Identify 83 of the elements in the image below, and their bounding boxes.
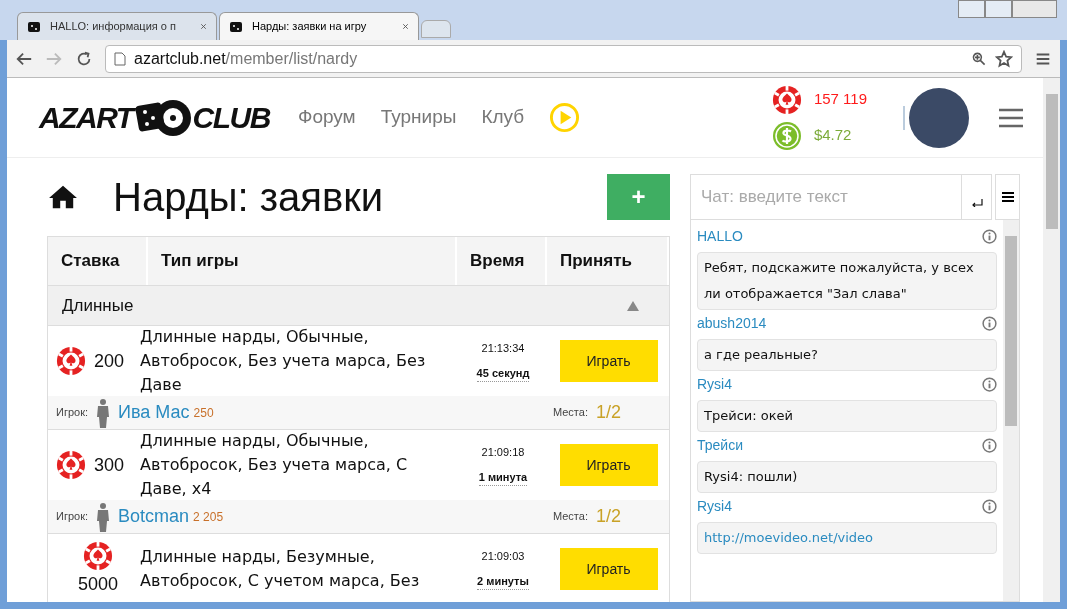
poker-chip-icon — [771, 84, 802, 115]
add-button[interactable]: + — [607, 174, 670, 220]
chat-menu-button[interactable] — [995, 174, 1020, 220]
group-title[interactable]: Длинные — [62, 292, 134, 319]
seats-label: Места: — [552, 509, 588, 525]
chat-author[interactable]: Rysi4 — [697, 374, 732, 395]
chat-author[interactable]: Rysi4 — [697, 496, 732, 517]
game-type: Длинные нарды, Безумные, Автобросок, С учетом марса, Без — [140, 546, 421, 592]
info-icon[interactable] — [982, 377, 997, 392]
request-time: 21:09:03 — [481, 549, 525, 564]
player-rating: 250 — [193, 404, 214, 422]
stake-amount: 200 — [94, 349, 125, 373]
request-time: 21:13:34 — [481, 341, 525, 356]
nav-link[interactable]: Турниры — [380, 103, 457, 132]
play-button[interactable]: Играть — [559, 340, 658, 382]
game-type: Длинные нарды, Обычные, Автобросок, Без учета марса, Без Даве — [140, 326, 427, 396]
chat-author[interactable]: HALLO — [697, 226, 743, 247]
page-icon — [114, 51, 126, 66]
info-icon[interactable] — [982, 316, 997, 331]
chat-scrollbar[interactable] — [1003, 220, 1019, 601]
chip-balance: 157 119 — [813, 89, 867, 110]
stake-amount: 5000 — [77, 572, 118, 596]
nav-link[interactable]: Клуб — [481, 103, 525, 132]
info-icon[interactable] — [982, 438, 997, 453]
send-button[interactable] — [962, 174, 992, 220]
player-rating: 2 205 — [193, 508, 224, 526]
elapsed-time: 1 минута — [478, 468, 528, 486]
seats-count: 1/2 — [595, 401, 621, 424]
reload-icon[interactable] — [75, 49, 93, 68]
stake-amount: 300 — [94, 453, 125, 477]
video-link[interactable]: http://moevideo.net/video — [704, 530, 874, 545]
chat-input-field[interactable]: Чат: введите текст — [690, 174, 962, 220]
tab-title: Нарды: заявки на игру — [252, 19, 368, 35]
browser-tab[interactable]: HALLO: информация о п — [17, 12, 217, 40]
close-icon[interactable] — [199, 22, 208, 31]
menu-icon — [1001, 192, 1014, 202]
window-minimize-button[interactable] — [958, 0, 985, 18]
page-scrollbar[interactable] — [1043, 78, 1060, 602]
chat-author[interactable]: Трейси — [697, 435, 743, 456]
poker-chip-icon — [56, 346, 86, 376]
play-button[interactable]: Играть — [559, 444, 658, 486]
home-icon[interactable] — [47, 184, 79, 210]
player-label: Игрок: — [56, 405, 89, 421]
address-bar[interactable]: azartclub.net/member/list/nardy — [105, 44, 1022, 73]
close-icon[interactable] — [401, 22, 410, 31]
site-logo[interactable]: AZART CLUB — [39, 95, 270, 140]
person-silhouette-icon — [96, 397, 111, 428]
poker-chip-icon — [56, 450, 86, 480]
zoom-icon[interactable] — [971, 50, 987, 67]
page-title: Нарды: заявки — [113, 177, 384, 217]
window-maximize-button[interactable] — [985, 0, 1012, 18]
game-type: Длинные нарды, Обычные, Автобросок, Без учета марса, С Даве, x4 — [140, 430, 409, 500]
logo-right-text: CLUB — [192, 100, 270, 136]
menu-icon[interactable] — [999, 107, 1023, 128]
chat-message: Трейси: окей — [697, 400, 997, 432]
chat-message: Ребят, подскажите пожалуйста, у всех ли отображается "Зал слава" — [697, 252, 997, 310]
play-button[interactable]: Играть — [559, 548, 658, 590]
elapsed-time: 2 минуты — [477, 572, 529, 590]
player-name[interactable]: Botcman — [118, 503, 190, 530]
info-icon[interactable] — [982, 229, 997, 244]
nav-link[interactable]: Форум — [297, 103, 356, 132]
poker-chip-icon — [83, 540, 113, 571]
request-time: 21:09:18 — [481, 445, 525, 460]
enter-icon — [970, 199, 983, 207]
collapse-icon[interactable] — [627, 300, 639, 311]
player-name[interactable]: Ива Мас — [118, 399, 190, 426]
chat-message: а где реальные? — [697, 339, 997, 371]
elapsed-time: 45 секунд — [476, 364, 530, 382]
star-icon[interactable] — [995, 49, 1013, 68]
browser-tab[interactable]: Нарды: заявки на игру — [219, 12, 419, 40]
info-icon[interactable] — [982, 499, 997, 514]
money-balance: $4.72 — [813, 125, 852, 146]
chat-author[interactable]: abush2014 — [697, 313, 767, 334]
dollar-icon — [771, 120, 802, 151]
seats-count: 1/2 — [595, 505, 621, 528]
window-close-button[interactable] — [1012, 0, 1057, 18]
seats-label: Места: — [552, 405, 588, 421]
url-path: /member/list/nardy — [225, 48, 358, 69]
url-domain: azartclub.net — [134, 48, 226, 69]
chat-message: Rysi4: пошли) — [697, 461, 997, 493]
player-label: Игрок: — [56, 509, 89, 525]
person-silhouette-icon — [96, 501, 111, 532]
tab-title: HALLO: информация о п — [50, 19, 177, 35]
